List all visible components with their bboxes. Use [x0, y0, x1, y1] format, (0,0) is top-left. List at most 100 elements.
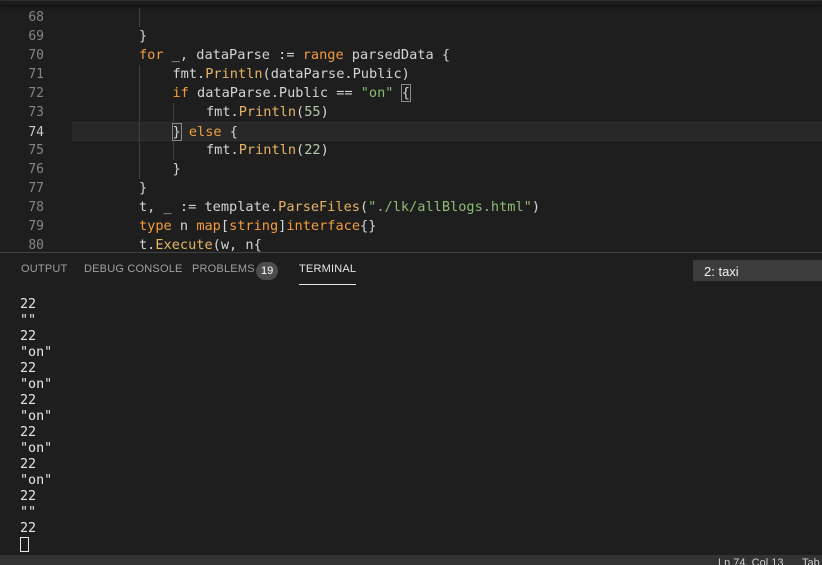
code-text: t.Execute(w, n{	[139, 236, 262, 252]
code-token: for	[139, 47, 164, 63]
tab-output[interactable]: OUTPUT	[21, 263, 67, 285]
code-token: if	[172, 85, 189, 101]
status-tab-size[interactable]: Tab	[802, 557, 820, 565]
code-text: t, _ := template.ParseFiles("./lk/allBlo…	[139, 198, 540, 217]
indent-guide	[172, 103, 174, 122]
code-token: interface	[286, 218, 361, 234]
code-token: {	[221, 124, 238, 140]
code-token: else	[188, 124, 222, 140]
code-token: (dataParse.Public)	[262, 66, 410, 82]
code-token: Execute	[155, 237, 213, 252]
code-token: dataParse.Public ==	[188, 85, 361, 101]
indent-guide	[139, 84, 140, 103]
code-line[interactable]: 78 t, _ := template.ParseFiles("./lk/allB…	[0, 198, 822, 217]
code-line[interactable]: 68	[0, 8, 822, 27]
code-token: Println	[238, 142, 297, 158]
terminal-line: "on"	[20, 473, 53, 488]
code-line[interactable]: 74 } else {	[28, 122, 822, 142]
code-text: fmt.Println(55)	[206, 103, 329, 122]
line-number: 80	[28, 238, 44, 252]
editor-scroll-shadow	[0, 1, 822, 5]
terminal-line: 22	[20, 297, 37, 312]
code-token: fmt.	[172, 66, 206, 82]
tab-problems[interactable]: PROBLEMS	[192, 263, 255, 285]
terminal-line: 22	[20, 329, 37, 344]
terminal-line: ""	[20, 313, 37, 328]
line-number: 69	[28, 29, 44, 44]
code-token: ParseFiles	[278, 199, 360, 215]
line-number: 70	[28, 48, 44, 63]
code-token: }	[139, 180, 148, 196]
code-token: t, _ := template.	[139, 199, 279, 215]
code-line[interactable]: 76}	[0, 160, 822, 179]
indent-guide	[139, 160, 140, 179]
line-number: 74	[28, 125, 44, 140]
code-token: Println	[238, 104, 297, 120]
terminal-output[interactable]: 22 "" 22 "on" 22 "on" 22 "on" 22 "on" 22 "on" 22 "" 22	[0, 286, 822, 555]
code-token: 22	[304, 142, 321, 158]
code-token: (w, n{	[212, 237, 262, 252]
code-line[interactable]: 79 type n map[string]interface{}	[0, 217, 822, 236]
code-line[interactable]: 75 fmt.Println(22)	[0, 141, 822, 160]
code-token: string	[229, 218, 279, 234]
tab-debug-console[interactable]: DEBUG CONSOLE	[84, 263, 183, 285]
code-token: )	[320, 142, 329, 158]
terminal-line: "on"	[20, 377, 53, 392]
terminal-line: "on"	[20, 441, 53, 456]
line-number: 72	[28, 86, 44, 101]
code-token: [	[220, 218, 230, 234]
code-token: t.	[139, 237, 156, 252]
code-token: (	[359, 199, 369, 215]
code-line[interactable]: 69}	[0, 27, 822, 46]
code-token: (	[296, 104, 305, 120]
code-token: n	[171, 218, 197, 234]
code-token: }	[172, 161, 181, 177]
code-token: "on"	[360, 85, 394, 101]
code-line[interactable]: 77}	[0, 179, 822, 198]
code-editor[interactable]: 68 69} 70 for _, dataParse := range parsedD…	[0, 0, 822, 252]
line-number: 78	[28, 200, 44, 215]
code-token: parsedData {	[343, 47, 451, 63]
indent-guide	[139, 123, 140, 142]
indent-guide	[139, 8, 140, 27]
terminal-line: 22	[20, 393, 37, 408]
line-number: 79	[28, 219, 44, 234]
code-text: for _, dataParse := range parsedData {	[139, 46, 450, 65]
code-token: _, dataParse :=	[163, 47, 303, 63]
code-line[interactable]: 80 t.Execute(w, n{	[0, 236, 822, 252]
code-token: {}	[360, 218, 377, 234]
status-cursor-position[interactable]: Ln 74, Col 13	[718, 557, 783, 565]
code-token: 55	[304, 104, 321, 120]
code-text: }	[173, 160, 181, 179]
code-text: type n map[string]interface{}	[139, 217, 376, 236]
code-text: } else {	[171, 123, 238, 142]
code-token: map	[196, 218, 221, 234]
terminal-cursor	[20, 537, 29, 552]
terminal-line: 22	[20, 521, 37, 536]
terminal-line: 22	[20, 425, 37, 440]
status-bar: Ln 74, Col 13 Tab	[0, 555, 822, 565]
code-text: }	[139, 27, 147, 46]
indent-guide	[139, 141, 140, 160]
code-token: Println	[205, 66, 263, 82]
terminal-line: 22	[20, 489, 37, 504]
code-token: "./lk/allBlogs.html"	[368, 199, 532, 215]
line-number: 77	[28, 181, 44, 196]
code-line[interactable]: 70 for _, dataParse := range parsedData {	[0, 46, 822, 65]
indent-guide	[172, 141, 174, 160]
code-token: fmt.	[206, 142, 239, 158]
tab-terminal[interactable]: TERMINAL	[299, 263, 357, 285]
terminal-select[interactable]: 2: taxi	[693, 260, 822, 281]
code-token: )	[320, 104, 329, 120]
code-token: (	[296, 142, 305, 158]
terminal-line: 22	[20, 361, 37, 376]
code-line[interactable]: 71 fmt.Println(dataParse.Public)	[0, 65, 822, 84]
code-text: fmt.Println(22)	[206, 141, 329, 160]
terminal-line: ""	[20, 505, 37, 520]
code-token: }	[139, 28, 148, 44]
code-line[interactable]: 73 fmt.Println(55)	[0, 103, 822, 122]
code-line[interactable]: 72 if dataParse.Public == "on" {	[0, 84, 822, 103]
indent-guide	[139, 65, 140, 84]
code-token: type	[139, 218, 172, 234]
